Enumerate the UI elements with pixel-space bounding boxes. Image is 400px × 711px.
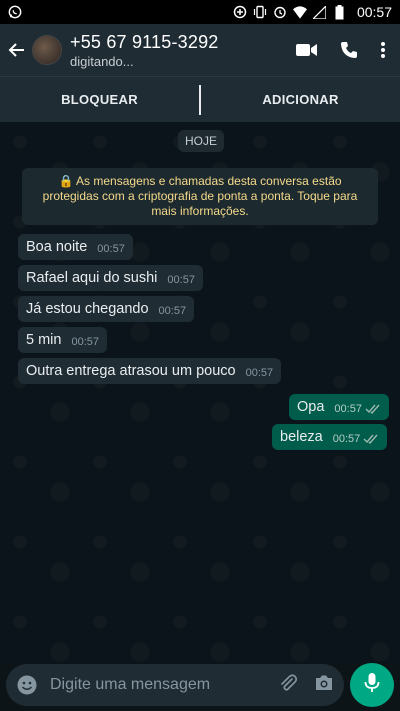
status-bar: 00:57 [0, 0, 400, 24]
unknown-contact-actions: BLOQUEAR ADICIONAR [0, 76, 400, 122]
message-time: 00:57 [158, 305, 187, 317]
message-time: 00:57 [334, 403, 362, 415]
message-bubble-outgoing[interactable]: Opa 00:57 [289, 394, 389, 420]
message-time: 00:57 [245, 367, 274, 379]
phone-call-icon[interactable] [340, 41, 358, 59]
chat-area[interactable]: HOJE 🔒 As mensagens e chamadas desta con… [0, 122, 400, 663]
mic-icon [364, 672, 380, 699]
message-text: 5 min [26, 332, 62, 348]
status-time: 00:57 [356, 4, 392, 20]
message-bubble-outgoing[interactable]: beleza 00:57 [272, 424, 388, 450]
message-bubble-incoming[interactable]: Boa noite 00:57 [18, 234, 133, 260]
contact-status: digitando... [70, 53, 134, 69]
signal-icon [313, 5, 327, 19]
wifi-icon [292, 5, 307, 19]
message-composer [6, 664, 344, 706]
message-time: 00:57 [71, 336, 99, 348]
contact-name: +55 67 9115-3292 [70, 31, 219, 52]
chat-header: +55 67 9115-3292 digitando... [0, 24, 400, 76]
message-time: 00:57 [332, 433, 361, 445]
camera-icon[interactable] [314, 674, 334, 696]
add-contact-button[interactable]: ADICIONAR [201, 92, 400, 107]
video-call-icon[interactable] [296, 43, 318, 57]
block-button[interactable]: BLOQUEAR [0, 92, 199, 107]
message-text: Boa noite [26, 239, 88, 255]
message-text: Já estou chegando [26, 301, 149, 317]
message-text: Opa [297, 399, 325, 415]
message-bubble-incoming[interactable]: Já estou chegando 00:57 [18, 296, 195, 322]
data-saver-icon [233, 5, 247, 19]
message-input[interactable] [50, 676, 260, 694]
mic-button[interactable] [350, 663, 394, 707]
alarm-icon [273, 5, 287, 19]
contact-info[interactable]: +55 67 9115-3292 digitando... [70, 32, 296, 69]
message-time: 00:57 [97, 243, 125, 255]
message-text: beleza [280, 429, 323, 445]
vibrate-icon [253, 5, 267, 19]
emoji-icon[interactable] [16, 674, 38, 696]
more-vert-icon[interactable] [380, 41, 386, 59]
message-bubble-incoming[interactable]: 5 min 00:57 [18, 327, 107, 353]
message-text: Outra entrega atrasou um pouco [26, 363, 236, 379]
message-bubble-incoming[interactable]: Rafael aqui do sushi 00:57 [18, 265, 203, 291]
attach-icon[interactable] [278, 673, 298, 698]
back-arrow-icon[interactable] [2, 24, 32, 76]
date-separator: HOJE [178, 130, 225, 152]
encryption-notice[interactable]: 🔒 As mensagens e chamadas desta conversa… [22, 168, 378, 225]
message-bubble-incoming[interactable]: Outra entrega atrasou um pouco 00:57 [18, 358, 282, 384]
message-text: Rafael aqui do sushi [26, 270, 158, 286]
battery-icon [333, 4, 347, 19]
whatsapp-notification-icon [8, 5, 22, 19]
read-receipt-icon [365, 404, 381, 414]
read-receipt-icon [363, 434, 379, 444]
avatar[interactable] [32, 35, 62, 65]
message-time: 00:57 [167, 274, 195, 286]
